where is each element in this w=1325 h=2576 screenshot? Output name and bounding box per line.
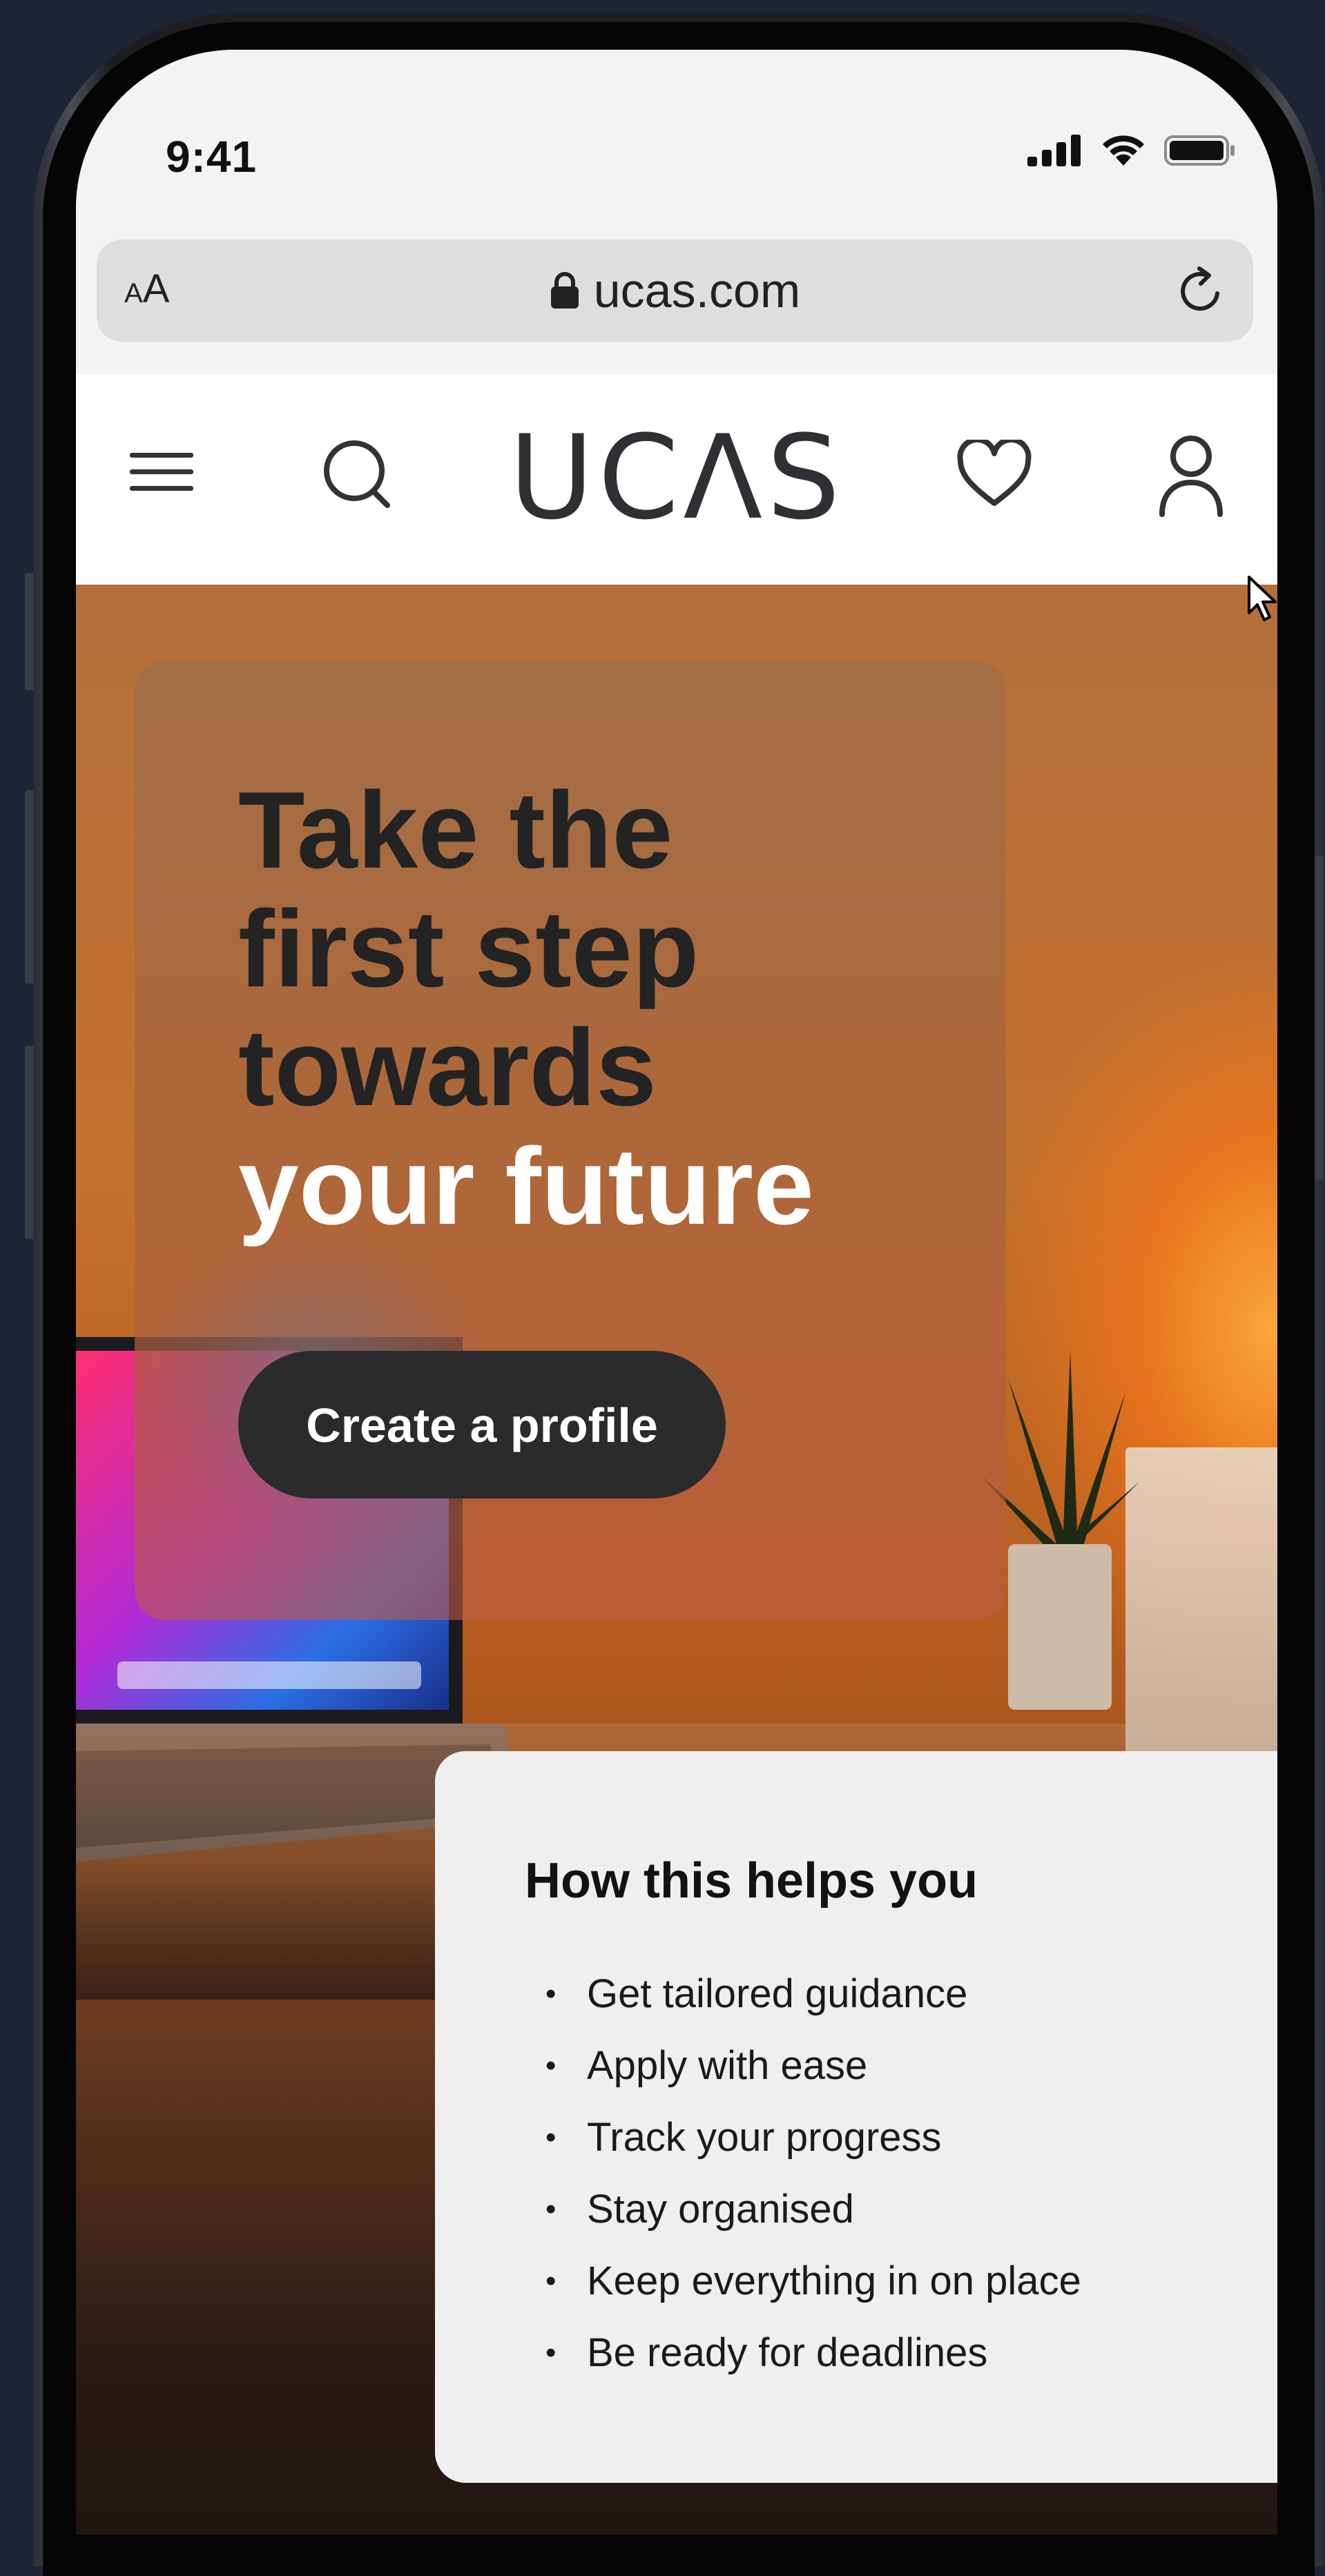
cellular-signal-icon: [1027, 135, 1081, 166]
mouse-cursor-icon: [1248, 576, 1277, 621]
create-profile-button[interactable]: Create a profile: [238, 1351, 726, 1499]
hero-section: Take the first step towards your future …: [76, 585, 1277, 2535]
power-button: [1315, 856, 1324, 1180]
battery-icon: [1164, 135, 1235, 166]
benefits-card: How this helps you Get tailored guidance…: [435, 1751, 1277, 2483]
status-bar: 9:41: [76, 50, 1277, 208]
site-header: UCΛS: [76, 374, 1277, 585]
hero-title-line: Take the: [238, 770, 673, 891]
benefits-title: How this helps you: [525, 1853, 978, 1909]
wifi-icon: [1103, 135, 1144, 166]
benefits-list: Get tailored guidance Apply with ease Tr…: [525, 1958, 1081, 2389]
hero-title-line: towards: [238, 1007, 657, 1129]
list-item: Stay organised: [525, 2174, 1081, 2245]
hero-card: Take the first step towards your future …: [135, 661, 1006, 1620]
list-item: Track your progress: [525, 2102, 1081, 2174]
list-item: Apply with ease: [525, 2030, 1081, 2102]
hero-title-line: first step: [238, 888, 699, 1010]
reload-icon[interactable]: [1174, 266, 1226, 317]
hero-title: Take the first step towards your future: [238, 771, 814, 1246]
user-icon[interactable]: [1157, 433, 1226, 518]
ucas-logo[interactable]: UCΛS: [76, 416, 1277, 540]
list-item: Get tailored guidance: [525, 1958, 1081, 2030]
heart-icon[interactable]: [956, 440, 1032, 509]
url-text: ucas.com: [593, 264, 801, 318]
address-field[interactable]: ucas.com: [97, 266, 1253, 315]
status-icons: [1027, 134, 1236, 167]
phone-screen: 9:41 AA ucas.com UCΛS Take the first ste…: [76, 50, 1277, 2535]
list-item: Keep everything in on place: [525, 2245, 1081, 2317]
url-bar[interactable]: AA ucas.com: [97, 240, 1253, 342]
hero-title-highlight: your future: [238, 1126, 814, 1247]
lock-icon: [550, 272, 579, 309]
list-item: Be ready for deadlines: [525, 2317, 1081, 2389]
status-time: 9:41: [166, 132, 258, 182]
